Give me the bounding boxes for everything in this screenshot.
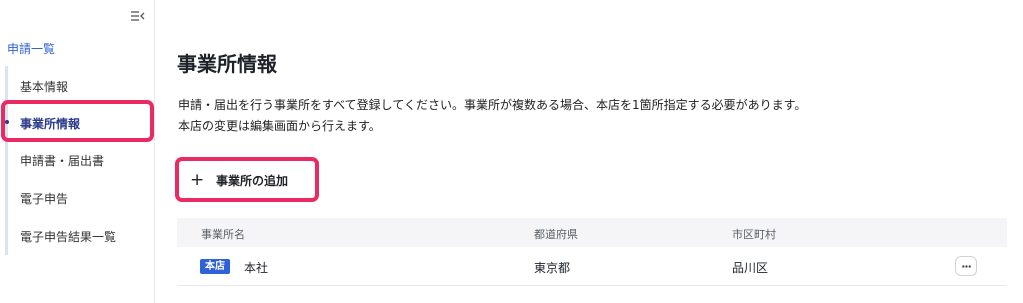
head-office-badge: 本店	[200, 259, 230, 274]
table-row[interactable]: 本店 本社 東京都 品川区 ···	[177, 247, 1007, 286]
office-name-cell: 本社	[244, 261, 269, 275]
sidebar-item-applications[interactable]: 申請書・届出書	[20, 152, 104, 169]
sidebar-item-office-info[interactable]: 事業所情報	[20, 115, 80, 132]
column-header-prefecture: 都道府県	[534, 228, 578, 241]
description-line-2: 本店の変更は編集画面から行えます。	[178, 119, 381, 133]
description-line-1: 申請・届出を行う事業所をすべて登録してください。事業所が複数ある場合、本店を1箇…	[178, 98, 807, 112]
sidebar-item-e-filing-results[interactable]: 電子申告結果一覧	[20, 228, 116, 245]
plus-icon: +	[190, 169, 205, 190]
add-office-label: 事業所の追加	[216, 173, 289, 188]
page-title: 事業所情報	[177, 52, 277, 76]
app: 申請一覧 基本情報 事業所情報 申請書・届出書 電子申告 電子申告結果一覧 事業…	[0, 0, 1023, 303]
sidebar-item-basic-info[interactable]: 基本情報	[20, 78, 68, 95]
row-more-menu-icon[interactable]: ···	[955, 256, 977, 276]
sidebar-title-link[interactable]: 申請一覧	[7, 40, 55, 57]
table-header: 事業所名 都道府県 市区町村	[177, 218, 1007, 247]
column-header-city: 市区町村	[732, 228, 776, 241]
column-header-office-name: 事業所名	[201, 228, 245, 241]
prefecture-cell: 東京都	[534, 261, 571, 275]
office-table: 事業所名 都道府県 市区町村 本店 本社 東京都 品川区 ···	[177, 218, 1007, 286]
nav-rail	[5, 66, 8, 255]
add-office-button[interactable]: + 事業所の追加	[182, 164, 314, 196]
sidebar: 申請一覧 基本情報 事業所情報 申請書・届出書 電子申告 電子申告結果一覧	[0, 0, 155, 303]
sidebar-collapse-icon[interactable]	[131, 10, 145, 22]
city-cell: 品川区	[732, 261, 769, 275]
active-indicator	[5, 120, 9, 124]
sidebar-item-e-filing[interactable]: 電子申告	[20, 190, 68, 207]
